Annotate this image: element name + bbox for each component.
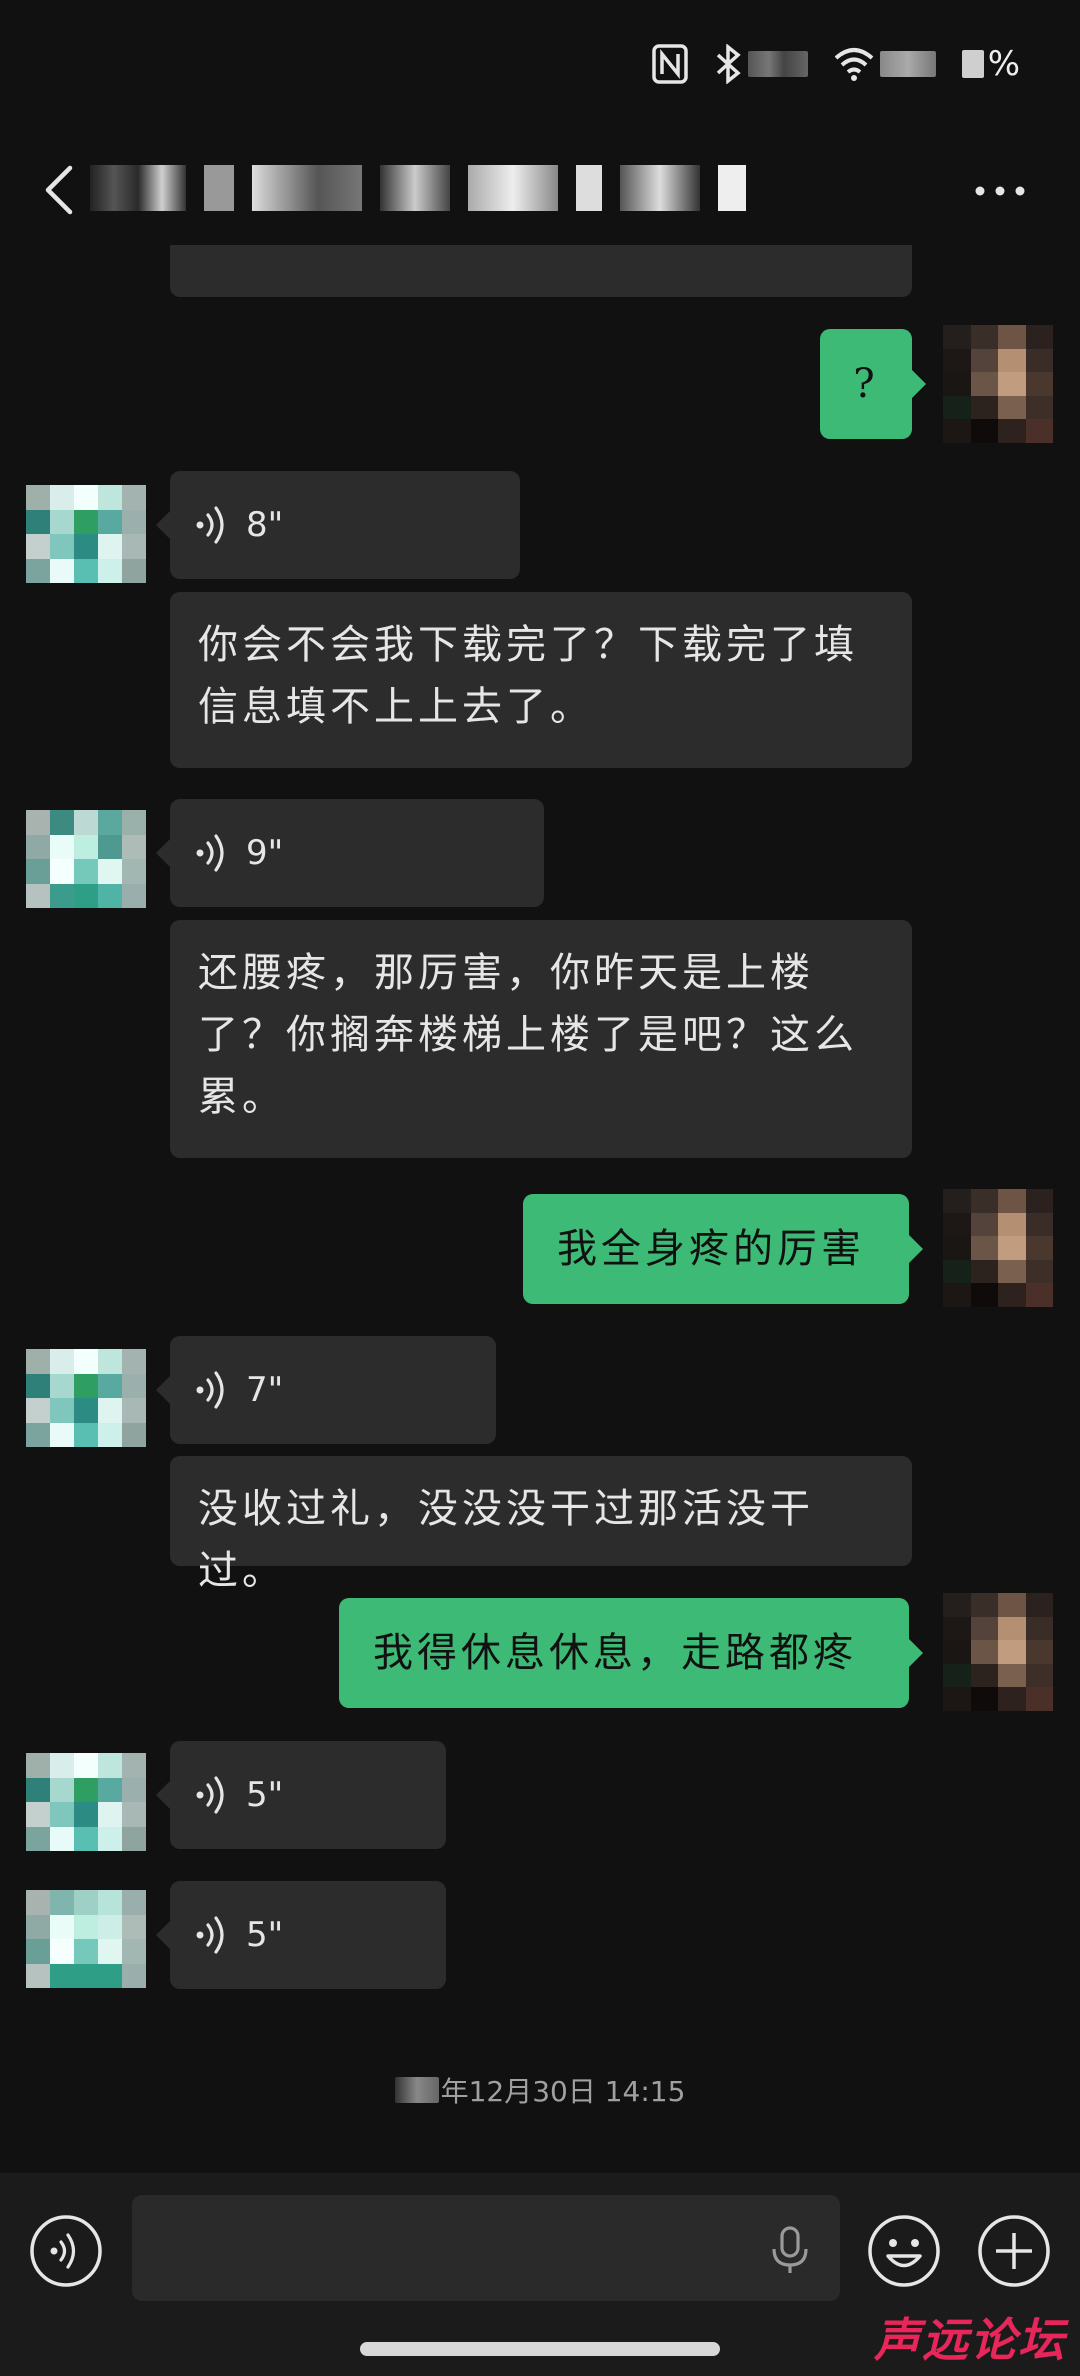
voice-message[interactable]: 5" [156,1881,446,1989]
message-bubble-outgoing[interactable]: 我全身疼的厉害 [523,1194,923,1304]
voice-wave-icon [196,1776,224,1814]
voice-toggle-icon[interactable] [28,2213,104,2289]
contact-avatar[interactable] [26,1890,146,1988]
voice-duration: 5" [246,1915,284,1955]
message-bubble-incoming[interactable]: 没收过礼，没没没干过那活没干过。 [170,1456,912,1594]
message-list[interactable]: ? 8" 你会不会我下载完了？下载完了填信息填不上上去了。 9" 还腰疼，那厉害… [0,245,1080,2170]
emoji-icon[interactable] [866,2213,942,2289]
voice-wave-icon [196,1371,224,1409]
message-bubble-incoming[interactable]: 你会不会我下载完了？下载完了填信息填不上上去了。 [170,592,912,768]
message-bubble-outgoing[interactable]: 我得休息休息，走路都疼 [339,1598,923,1708]
voice-message[interactable]: 5" [156,1741,446,1849]
battery-indicator: % [961,44,1020,84]
home-indicator[interactable] [360,2342,720,2356]
bluetooth-status [714,44,808,84]
voice-message[interactable]: 7" [156,1336,496,1444]
site-watermark: 声远论坛 [874,2313,1066,2367]
voice-duration: 9" [246,833,284,873]
voice-duration: 8" [246,505,284,545]
battery-blurred-level [961,50,984,78]
voice-duration: 5" [246,1775,284,1815]
microphone-icon[interactable] [768,2225,812,2275]
contact-avatar[interactable] [26,1349,146,1447]
nfc-icon [651,44,688,84]
chat-title-redacted [90,156,746,220]
message-bubble-incoming[interactable]: 还腰疼，那厉害，你昨天是上楼了？你搁奔楼梯上楼了是吧？这么累。 [170,920,912,1158]
voice-wave-icon [196,1916,224,1954]
my-avatar[interactable] [943,1189,1053,1307]
chevron-left-icon[interactable] [36,160,86,220]
message-bubble-outgoing[interactable]: ? [820,329,926,439]
wifi-icon [834,48,874,81]
message-input[interactable] [132,2195,840,2301]
voice-duration: 7" [246,1370,284,1410]
battery-percent-sign: % [987,44,1020,84]
wifi-status [834,46,936,82]
contact-avatar[interactable] [26,1753,146,1851]
contact-avatar[interactable] [26,485,146,583]
message-bubble-incoming[interactable] [170,245,912,297]
contact-avatar[interactable] [26,810,146,908]
status-icons: % [651,40,1020,88]
more-dots-icon[interactable] [970,166,1030,216]
voice-message[interactable]: 9" [156,799,544,907]
bluetooth-icon [716,44,741,84]
timestamp-year-redacted [394,2077,439,2103]
chat-header [0,130,1080,250]
plus-icon[interactable] [976,2213,1052,2289]
my-avatar[interactable] [943,1593,1053,1711]
signal-blurred-info [879,51,936,77]
bluetooth-blurred-info [747,51,808,77]
voice-message[interactable]: 8" [156,471,520,579]
voice-wave-icon [196,506,224,544]
status-bar: % [0,0,1080,130]
message-timestamp: 年12月30日 14:15 [0,2070,1080,2110]
my-avatar[interactable] [943,325,1053,443]
voice-wave-icon [196,834,224,872]
chat-screen: % ? 8" 你会不会我下载完了？下载完了填信息填不上上去了。 9" 还腰疼，那… [0,0,1080,2376]
